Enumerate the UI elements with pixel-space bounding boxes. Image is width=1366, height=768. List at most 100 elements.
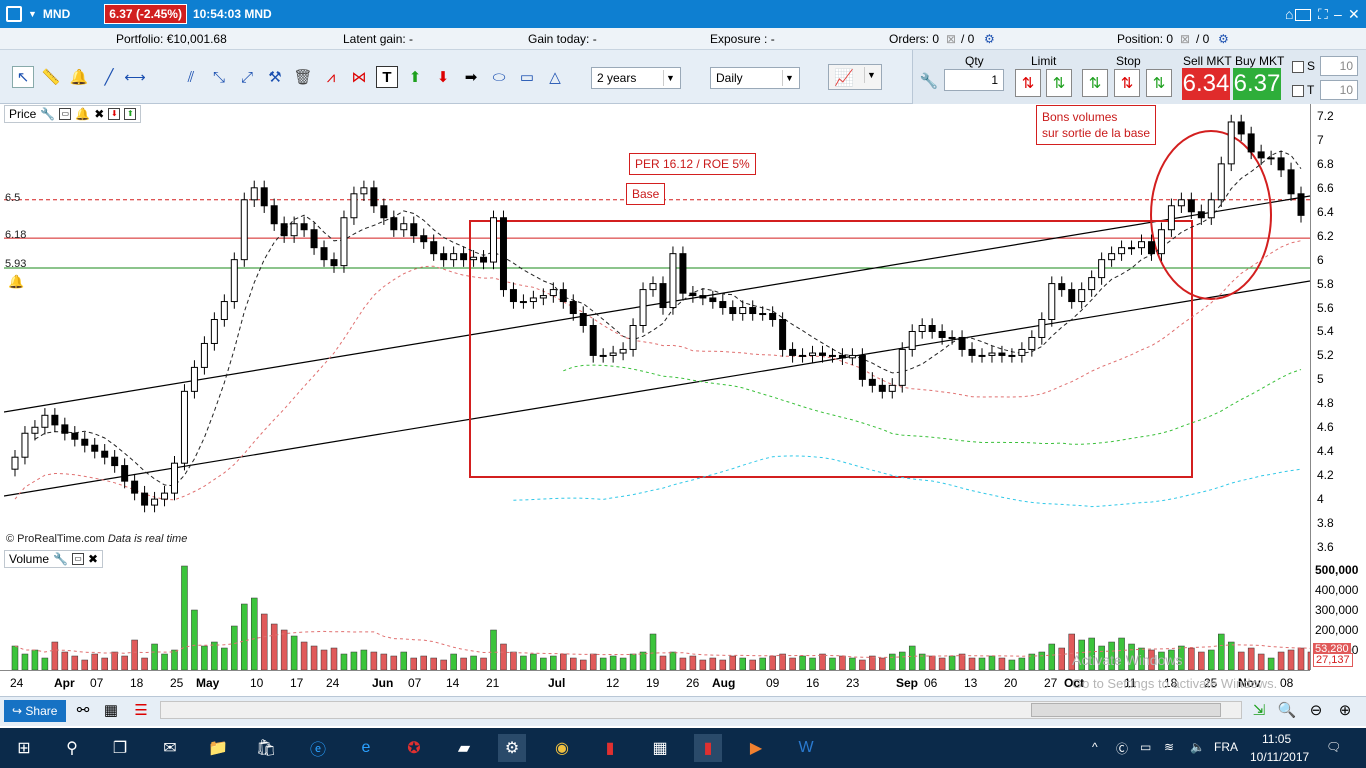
- language-indicator[interactable]: FRA: [1214, 740, 1238, 754]
- horizontal-line-icon[interactable]: ⟷: [124, 66, 146, 88]
- limit-sell-icon[interactable]: ⇅: [1046, 69, 1072, 97]
- calculator-icon[interactable]: ▦: [646, 734, 674, 762]
- wrench-icon[interactable]: 🔧: [40, 107, 55, 121]
- buy-arrow-icon[interactable]: ⬆: [404, 66, 426, 88]
- volume-icon[interactable]: 🔈: [1190, 740, 1205, 754]
- candle-body: [1048, 283, 1056, 321]
- order-settings-icon[interactable]: 🔧: [918, 70, 940, 92]
- task-view-icon[interactable]: ❐: [106, 734, 134, 762]
- triangle-pattern-icon[interactable]: ⋈: [348, 66, 370, 88]
- browser-icon[interactable]: ⓔ: [304, 734, 332, 762]
- interval-select[interactable]: Daily ▼: [710, 67, 800, 89]
- orders-settings-icon[interactable]: ⚙: [984, 32, 995, 46]
- stop-sell-icon[interactable]: ⇅: [1114, 69, 1140, 97]
- zoom-in-icon[interactable]: ⊕: [1334, 699, 1356, 721]
- tray-app-icon[interactable]: Ⓒ: [1116, 740, 1128, 757]
- tray-chevron-icon[interactable]: ^: [1092, 740, 1098, 754]
- store-icon[interactable]: 🛍: [252, 734, 280, 762]
- base-annotation[interactable]: Base: [626, 183, 666, 205]
- volumes-annotation[interactable]: Bons volumes sur sortie de la base: [1036, 105, 1157, 145]
- ruler-tool-icon[interactable]: 📏: [40, 66, 62, 88]
- maximize-icon[interactable]: ▭: [71, 553, 84, 565]
- qty-input[interactable]: 1: [944, 69, 1004, 91]
- fullscreen-icon[interactable]: ⛶: [1318, 6, 1328, 23]
- word-icon[interactable]: W: [792, 734, 820, 762]
- windows-start-icon[interactable]: ⊞: [10, 734, 38, 762]
- t-input[interactable]: 10: [1320, 80, 1358, 100]
- close-icon[interactable]: ✖: [94, 107, 104, 121]
- table-icon[interactable]: ▦: [100, 699, 122, 721]
- time-scrollbar[interactable]: [160, 701, 1242, 719]
- taskbar-time[interactable]: 11:05: [1262, 732, 1291, 746]
- per-annotation[interactable]: PER 16.12 / ROE 5%: [629, 153, 756, 175]
- move-down-icon[interactable]: ⬇: [108, 108, 121, 120]
- steam-icon[interactable]: ⚙: [498, 734, 526, 762]
- hammer-icon[interactable]: ⚒: [264, 66, 286, 88]
- mail-icon[interactable]: ✉: [156, 734, 184, 762]
- wifi-icon[interactable]: ≋: [1164, 740, 1174, 754]
- restore-icon[interactable]: ⌂: [1285, 6, 1293, 22]
- edge-icon[interactable]: e: [352, 734, 380, 762]
- move-up-icon[interactable]: ⬆: [124, 108, 137, 120]
- channel-tool-icon[interactable]: ⫽: [180, 66, 202, 88]
- right-arrow-icon[interactable]: ➡: [460, 66, 482, 88]
- s-input[interactable]: 10: [1320, 56, 1358, 76]
- fibonacci-tool-icon[interactable]: ⤢: [236, 66, 258, 88]
- buy-market-button[interactable]: 6.37: [1233, 68, 1281, 100]
- indicators-button[interactable]: 📈 ▼: [828, 64, 882, 90]
- ellipse-tool-icon[interactable]: ⬭: [488, 66, 510, 88]
- candle-body: [440, 253, 448, 261]
- period-select[interactable]: 2 years ▼: [591, 67, 681, 89]
- position-settings-icon[interactable]: ⚙: [1218, 32, 1229, 46]
- cursor-tool-icon[interactable]: ↖: [12, 66, 34, 88]
- scroll-thumb[interactable]: [1031, 703, 1221, 717]
- file-explorer-icon[interactable]: 📁: [204, 734, 232, 762]
- position-cancel-icon[interactable]: ⊠: [1180, 32, 1190, 46]
- stop-buy-icon[interactable]: ⇅: [1082, 69, 1108, 97]
- sell-market-button[interactable]: 6.34: [1182, 68, 1230, 100]
- media-icon[interactable]: ▶: [742, 734, 770, 762]
- trendline-tool-icon[interactable]: ╱: [98, 66, 120, 88]
- autoscale-icon[interactable]: ⇲: [1248, 699, 1270, 721]
- close-icon[interactable]: ✖: [88, 552, 98, 566]
- share-button[interactable]: ↪ Share: [4, 700, 66, 722]
- alert-icon[interactable]: 🔔: [75, 107, 90, 121]
- prorealtime-icon[interactable]: ▮: [694, 734, 722, 762]
- zoom-out-icon[interactable]: ⊖: [1305, 699, 1327, 721]
- stop-trailing-icon[interactable]: ⇅: [1146, 69, 1172, 97]
- orders-cancel-icon[interactable]: ⊠: [946, 32, 956, 46]
- ticker-label[interactable]: MND: [43, 7, 70, 21]
- s-checkbox[interactable]: [1292, 61, 1304, 73]
- alert-bell-icon[interactable]: 🔔: [68, 66, 90, 88]
- trash-icon[interactable]: 🗑: [292, 66, 314, 88]
- limit-buy-icon[interactable]: ⇅: [1015, 69, 1041, 97]
- fan-tool-icon[interactable]: ⤡: [208, 66, 230, 88]
- text-tool-icon[interactable]: T: [376, 66, 398, 88]
- app-icon[interactable]: ✪: [400, 734, 428, 762]
- link-icon[interactable]: ⚯: [72, 699, 94, 721]
- battery-icon[interactable]: ▭: [1140, 740, 1151, 754]
- zoom-range-icon[interactable]: 🔍: [1276, 699, 1298, 721]
- alert-bell-icon[interactable]: 🔔: [8, 274, 24, 290]
- rectangle-tool-icon[interactable]: ▭: [516, 66, 538, 88]
- t-checkbox[interactable]: [1292, 85, 1304, 97]
- keyboard-icon[interactable]: [1295, 9, 1311, 21]
- price-axis[interactable]: 7.2 7 6.8 6.6 6.4 6.2 6 5.8 5.6 5.4 5.2 5 4.8 4.6 4.4 4…: [1310, 104, 1366, 670]
- notifications-icon[interactable]: 🗨: [1326, 740, 1341, 754]
- search-icon[interactable]: ⚲: [58, 734, 86, 762]
- notes-icon[interactable]: ▰: [450, 734, 478, 762]
- ticker-dropdown-icon[interactable]: ▼: [28, 9, 37, 19]
- sell-arrow-icon[interactable]: ⬇: [432, 66, 454, 88]
- chrome-icon[interactable]: ◉: [548, 734, 576, 762]
- maximize-icon[interactable]: ▭: [59, 108, 72, 120]
- bars-icon[interactable]: ☰: [130, 699, 152, 721]
- close-icon[interactable]: ✕: [1348, 6, 1360, 23]
- triangle-tool-icon[interactable]: △: [544, 66, 566, 88]
- minimize-icon[interactable]: –: [1334, 6, 1342, 22]
- zigzag-tool-icon[interactable]: ⩘: [320, 66, 342, 88]
- trading-app-icon[interactable]: ▮: [596, 734, 624, 762]
- wrench-icon[interactable]: 🔧: [53, 552, 68, 566]
- volume-bar: [819, 653, 826, 670]
- volume-bar: [729, 655, 737, 670]
- taskbar-date[interactable]: 10/11/2017: [1250, 750, 1309, 764]
